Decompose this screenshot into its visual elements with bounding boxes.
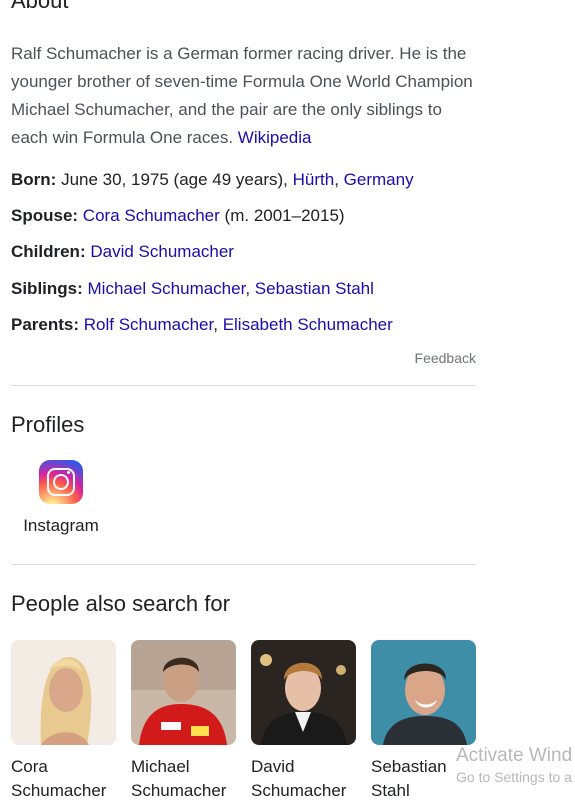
people-also-search-heading: People also search for	[11, 591, 230, 616]
person-last-name: Schumacher	[251, 781, 347, 800]
spouse-label: Spouse:	[11, 206, 79, 225]
person-name: Michael Schumacher	[131, 755, 236, 803]
about-description: Ralf Schumacher is a German former racin…	[11, 40, 473, 152]
person-last-name: Stahl	[371, 781, 410, 800]
children-link[interactable]: David Schumacher	[90, 242, 234, 261]
fact-born: Born: June 30, 1975 (age 49 years), Hürt…	[11, 169, 414, 191]
person-name: Cora Schumacher	[11, 755, 116, 803]
divider	[11, 385, 476, 386]
person-photo	[131, 640, 236, 745]
born-value: June 30, 1975 (age 49 years),	[61, 170, 288, 189]
children-label: Children:	[11, 242, 86, 261]
fact-parents: Parents: Rolf Schumacher, Elisabeth Schu…	[11, 314, 393, 336]
spouse-years: (m. 2001–2015)	[224, 206, 345, 225]
profile-instagram-label: Instagram	[23, 516, 99, 535]
parents-label: Parents:	[11, 315, 80, 334]
parents-separator: ,	[213, 315, 218, 334]
wikipedia-link[interactable]: Wikipedia	[238, 128, 312, 147]
born-place-link-germany[interactable]: Germany	[344, 170, 414, 189]
profiles-heading: Profiles	[11, 412, 85, 437]
person-first-name: Cora	[11, 757, 48, 776]
person-photo	[11, 640, 116, 745]
siblings-label: Siblings:	[11, 279, 83, 298]
person-first-name: Sebastian	[371, 757, 447, 776]
feedback-link[interactable]: Feedback	[415, 350, 476, 366]
born-place-link-hurth[interactable]: Hürth	[293, 170, 335, 189]
person-card-david[interactable]: David Schumacher	[251, 640, 356, 803]
sibling-link-sebastian[interactable]: Sebastian Stahl	[255, 279, 374, 298]
sibling-link-michael[interactable]: Michael Schumacher	[88, 279, 246, 298]
spouse-link[interactable]: Cora Schumacher	[83, 206, 220, 225]
person-name: David Schumacher	[251, 755, 356, 803]
parent-link-elisabeth[interactable]: Elisabeth Schumacher	[223, 315, 393, 334]
fact-children: Children: David Schumacher	[11, 241, 234, 263]
fact-siblings: Siblings: Michael Schumacher, Sebastian …	[11, 278, 374, 300]
instagram-icon	[39, 460, 83, 504]
person-first-name: Michael	[131, 757, 190, 776]
activate-windows-watermark: Activate Wind Go to Settings to a	[456, 745, 572, 785]
watermark-title: Activate Wind	[456, 745, 573, 766]
person-card-michael[interactable]: Michael Schumacher	[131, 640, 236, 803]
person-last-name: Schumacher	[11, 781, 107, 800]
watermark-subtitle: Go to Settings to a	[456, 769, 572, 785]
profile-instagram[interactable]: Instagram	[16, 460, 106, 536]
about-heading: About	[11, 0, 69, 13]
siblings-separator: ,	[245, 279, 251, 298]
born-label: Born:	[11, 170, 57, 189]
person-first-name: David	[251, 757, 295, 776]
fact-spouse: Spouse: Cora Schumacher (m. 2001–2015)	[11, 205, 345, 227]
person-card-cora[interactable]: Cora Schumacher	[11, 640, 116, 803]
person-photo	[251, 640, 356, 745]
divider	[11, 564, 476, 565]
parent-link-rolf[interactable]: Rolf Schumacher	[84, 315, 213, 334]
person-last-name: Schumacher	[131, 781, 227, 800]
person-photo	[371, 640, 476, 745]
born-separator: ,	[334, 170, 339, 189]
